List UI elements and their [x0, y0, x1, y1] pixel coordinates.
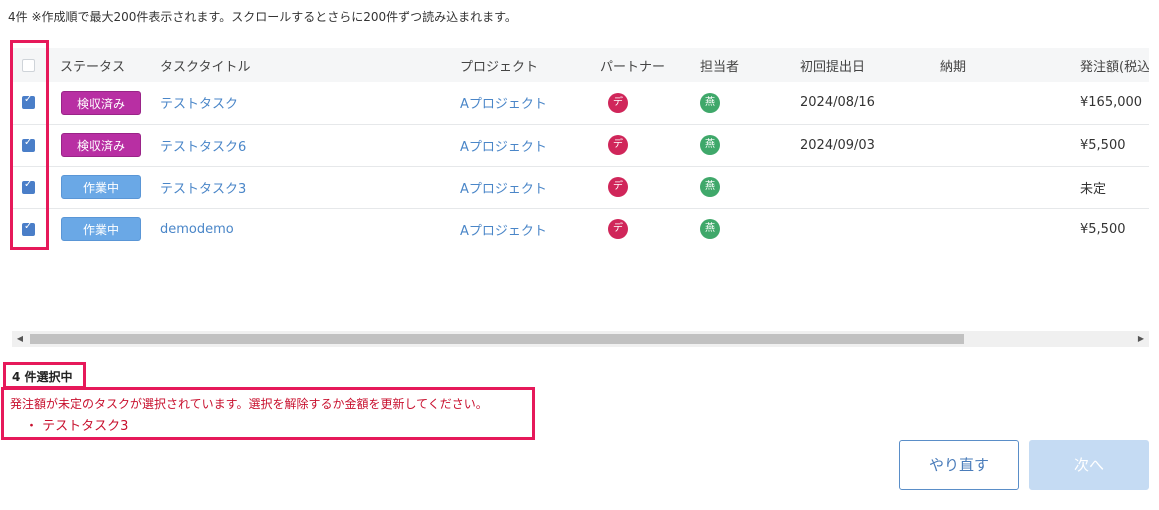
assignee-avatar[interactable]: 燕 [700, 135, 720, 155]
due-cell [940, 208, 1080, 250]
triangle-left-icon[interactable]: ◀ [12, 331, 28, 347]
row-checkbox[interactable] [22, 137, 35, 152]
row-checkbox[interactable] [22, 179, 35, 194]
table-header-row: ステータス タスクタイトル プロジェクト パートナー 担当者 初回提出日 納期 … [12, 48, 1149, 82]
status-cell: 検収済み [48, 124, 160, 166]
due-cell [940, 82, 1080, 124]
project-cell: Aプロジェクト [460, 166, 600, 208]
task-title-cell: テストタスク6 [160, 124, 460, 166]
task-title-link[interactable]: テストタスク6 [160, 140, 246, 155]
select-all-checkbox[interactable] [22, 58, 35, 72]
project-cell: Aプロジェクト [460, 208, 600, 250]
project-link[interactable]: Aプロジェクト [460, 224, 547, 239]
partner-cell: デ [600, 82, 700, 124]
due-cell [940, 124, 1080, 166]
row-select-cell[interactable] [12, 124, 48, 166]
task-table: ステータス タスクタイトル プロジェクト パートナー 担当者 初回提出日 納期 … [12, 48, 1149, 250]
result-info-text: 4件 ※作成順で最大200件表示されます。スクロールするとさらに200件ずつ読み… [8, 10, 517, 24]
assignee-cell: 燕 [700, 82, 800, 124]
first-submission-cell [800, 166, 940, 208]
selected-count: 4 件選択中 [12, 370, 73, 384]
status-badge: 検収済み [61, 90, 141, 115]
status-cell: 作業中 [48, 166, 160, 208]
partner-cell: デ [600, 208, 700, 250]
header-due[interactable]: 納期 [940, 48, 1080, 82]
table-row[interactable]: 検収済み テストタスク6 Aプロジェクト デ 燕 2024/09/03 ¥5,500 [12, 124, 1149, 166]
task-title-link[interactable]: テストタスク3 [160, 182, 246, 197]
header-status[interactable]: ステータス [48, 48, 160, 82]
table-row[interactable]: 検収済み テストタスク Aプロジェクト デ 燕 2024/08/16 ¥165,000 [12, 82, 1149, 124]
project-link[interactable]: Aプロジェクト [460, 140, 547, 155]
row-checkbox[interactable] [22, 94, 35, 110]
error-task-item: ・ テストタスク3 [25, 419, 129, 434]
header-first-submission[interactable]: 初回提出日 [800, 48, 940, 82]
first-submission-cell: 2024/08/16 [800, 95, 875, 111]
scrollbar-thumb[interactable] [30, 334, 964, 344]
first-submission-cell [800, 208, 940, 250]
status-badge: 検収済み [61, 133, 141, 157]
triangle-right-icon[interactable]: ▶ [1133, 331, 1149, 347]
row-select-cell[interactable] [12, 166, 48, 208]
project-cell: Aプロジェクト [460, 124, 600, 166]
project-link[interactable]: Aプロジェクト [460, 182, 547, 197]
header-task-title[interactable]: タスクタイトル [160, 48, 460, 82]
row-checkbox[interactable] [22, 221, 35, 236]
assignee-cell: 燕 [700, 208, 800, 250]
header-project[interactable]: プロジェクト [460, 48, 600, 82]
task-title-cell: テストタスク3 [160, 166, 460, 208]
project-link[interactable]: Aプロジェクト [460, 97, 547, 112]
partner-avatar[interactable]: デ [608, 177, 628, 197]
table-row[interactable]: 作業中 demodemo Aプロジェクト デ 燕 ¥5,500 [12, 208, 1149, 250]
assignee-avatar[interactable]: 燕 [700, 92, 720, 113]
header-assignee[interactable]: 担当者 [700, 48, 800, 82]
partner-cell: デ [600, 166, 700, 208]
header-select-all[interactable] [12, 48, 48, 82]
due-cell [940, 166, 1080, 208]
task-title-cell: demodemo [160, 208, 460, 250]
status-cell: 作業中 [48, 208, 160, 250]
header-amount[interactable]: 発注額(税込 [1080, 48, 1149, 82]
amount-cell: ¥5,500 [1080, 221, 1126, 237]
redo-button[interactable]: やり直す [899, 440, 1019, 490]
error-message: 発注額が未定のタスクが選択されています。選択を解除するか金額を更新してください。 [10, 397, 488, 411]
partner-avatar[interactable]: デ [608, 135, 628, 155]
row-select-cell[interactable] [12, 208, 48, 250]
partner-avatar[interactable]: デ [608, 92, 628, 113]
amount-cell: ¥5,500 [1080, 137, 1126, 153]
assignee-cell: 燕 [700, 124, 800, 166]
assignee-avatar[interactable]: 燕 [700, 219, 720, 239]
partner-cell: デ [600, 124, 700, 166]
assignee-avatar[interactable]: 燕 [700, 177, 720, 197]
assignee-cell: 燕 [700, 166, 800, 208]
task-table-container: ステータス タスクタイトル プロジェクト パートナー 担当者 初回提出日 納期 … [12, 48, 1149, 250]
next-button[interactable]: 次へ [1029, 440, 1149, 490]
amount-cell: ¥165,000 [1080, 95, 1143, 111]
partner-avatar[interactable]: デ [608, 219, 628, 239]
horizontal-scrollbar[interactable]: ◀ ▶ [12, 331, 1149, 347]
project-cell: Aプロジェクト [460, 82, 600, 124]
status-badge: 作業中 [61, 175, 141, 199]
task-title-cell: テストタスク [160, 82, 460, 124]
amount-cell: 未定 [1080, 181, 1107, 197]
task-title-link[interactable]: demodemo [160, 222, 234, 237]
row-select-cell[interactable] [12, 82, 48, 124]
table-row[interactable]: 作業中 テストタスク3 Aプロジェクト デ 燕 未定 [12, 166, 1149, 208]
header-partner[interactable]: パートナー [600, 48, 700, 82]
status-badge: 作業中 [61, 217, 141, 241]
task-title-link[interactable]: テストタスク [160, 97, 238, 112]
status-cell: 検収済み [48, 82, 160, 124]
first-submission-cell: 2024/09/03 [800, 137, 875, 153]
